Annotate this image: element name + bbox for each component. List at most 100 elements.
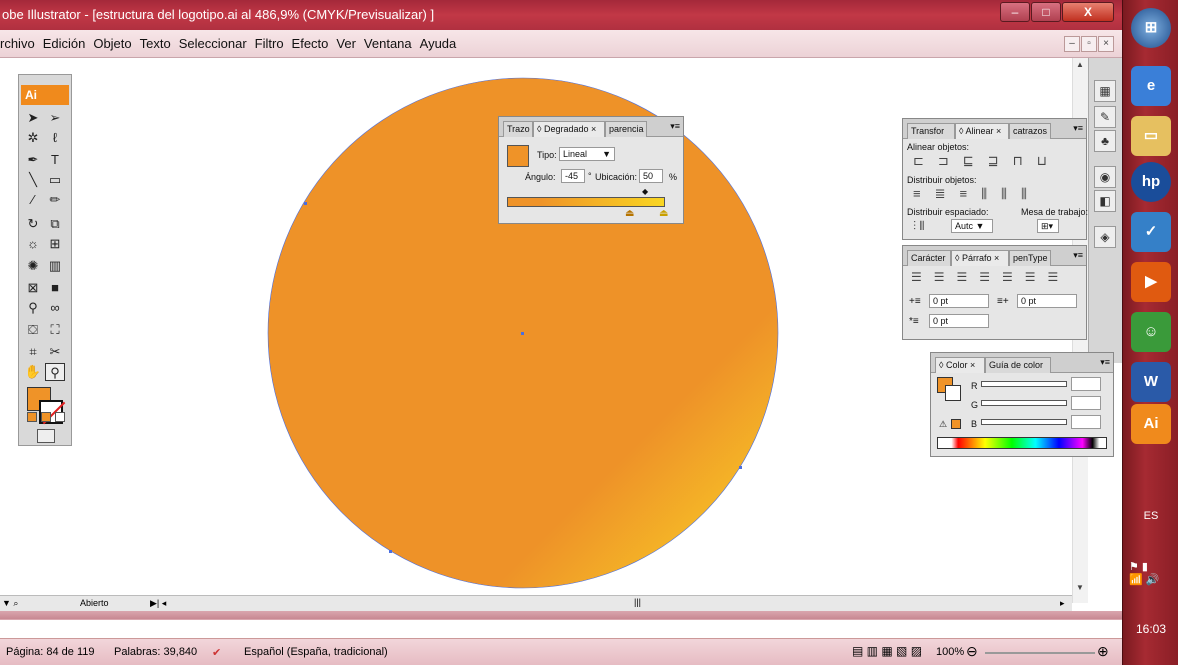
page-count[interactable]: Página: 84 de 119 bbox=[6, 646, 94, 658]
tab-buscatrazos[interactable]: catrazos bbox=[1009, 123, 1051, 139]
direct-selection-tool-icon[interactable]: ➢ bbox=[45, 109, 65, 127]
tray-icons[interactable]: ⚑ ▮ 📶 🔊 bbox=[1129, 560, 1159, 586]
rectangle-tool-icon[interactable]: ▭ bbox=[45, 171, 65, 189]
doc-restore-button[interactable]: ▫ bbox=[1081, 36, 1097, 52]
doc-close-button[interactable]: × bbox=[1098, 36, 1114, 52]
none-mode-icon[interactable] bbox=[55, 412, 65, 422]
proofing-icon[interactable]: ✔ bbox=[212, 646, 221, 659]
appearance-icon[interactable]: ◉ bbox=[1094, 166, 1116, 188]
tab-caracter[interactable]: Carácter bbox=[907, 250, 951, 266]
brushes-icon[interactable]: ✎ bbox=[1094, 106, 1116, 128]
scroll-right-icon[interactable]: ▸ bbox=[1060, 598, 1065, 609]
symbols-icon[interactable]: ♣ bbox=[1094, 130, 1116, 152]
midpoint-diamond-icon[interactable]: ◆ bbox=[642, 187, 648, 196]
menu-ventana[interactable]: Ventana bbox=[360, 30, 416, 58]
g-input[interactable] bbox=[1071, 396, 1101, 410]
tab-alinear[interactable]: ◊ Alinear × bbox=[955, 123, 1009, 139]
menu-filtro[interactable]: Filtro bbox=[251, 30, 288, 58]
live-paint-selection-icon[interactable]: ⛶ bbox=[45, 321, 65, 339]
layers-icon[interactable]: ◈ bbox=[1094, 226, 1116, 248]
messenger-icon[interactable]: ☺ bbox=[1131, 312, 1171, 352]
selection-tool-icon[interactable]: ➤ bbox=[23, 109, 43, 127]
gradient-preview-swatch[interactable] bbox=[507, 145, 529, 167]
zoom-tool-icon[interactable]: ⚲ bbox=[45, 363, 65, 381]
menu-edicion[interactable]: Edición bbox=[39, 30, 90, 58]
zoom-in-icon[interactable]: ⊕ bbox=[1097, 643, 1109, 660]
menu-seleccionar[interactable]: Seleccionar bbox=[175, 30, 251, 58]
lasso-tool-icon[interactable]: ℓ bbox=[45, 129, 65, 147]
close-button[interactable]: X bbox=[1062, 2, 1114, 22]
scroll-up-icon[interactable]: ▲ bbox=[1076, 60, 1084, 69]
word-count[interactable]: Palabras: 39,840 bbox=[114, 646, 197, 658]
type-tool-icon[interactable]: T bbox=[45, 151, 65, 169]
zoom-dropdown[interactable]: ▼ ⌕ bbox=[2, 598, 18, 609]
b-slider[interactable] bbox=[981, 419, 1067, 425]
tab-guia-de-color[interactable]: Guía de color bbox=[985, 357, 1051, 373]
free-transform-tool-icon[interactable]: ⊞ bbox=[45, 235, 65, 253]
internet-explorer-icon[interactable]: e bbox=[1131, 66, 1171, 106]
mesh-tool-icon[interactable]: ⊠ bbox=[23, 279, 43, 297]
tab-transformar[interactable]: Transfor bbox=[907, 123, 955, 139]
b-input[interactable] bbox=[1071, 415, 1101, 429]
hand-tool-icon[interactable]: ✋ bbox=[23, 363, 43, 381]
maximize-button[interactable]: □ bbox=[1031, 2, 1061, 22]
menu-efecto[interactable]: Efecto bbox=[288, 30, 333, 58]
mail-icon[interactable]: ✓ bbox=[1131, 212, 1171, 252]
doc-minimize-button[interactable]: – bbox=[1064, 36, 1080, 52]
zoom-out-icon[interactable]: ⊖ bbox=[966, 643, 978, 660]
color-stroke-swatch[interactable] bbox=[945, 385, 961, 401]
tab-transparencia[interactable]: parencia bbox=[605, 121, 647, 137]
eyedropper-tool-icon[interactable]: ⚲ bbox=[23, 299, 43, 317]
indent-right-input[interactable]: 0 pt bbox=[1017, 294, 1077, 308]
tab-color[interactable]: ◊ Color × bbox=[935, 357, 985, 373]
menu-ayuda[interactable]: Ayuda bbox=[416, 30, 461, 58]
out-of-gamut-icon[interactable]: ⚠ bbox=[939, 419, 947, 430]
angulo-input[interactable]: -45 bbox=[561, 169, 585, 183]
pencil-tool-icon[interactable]: ✏ bbox=[45, 191, 65, 209]
spacing-value-select[interactable]: Autc ▼ bbox=[951, 219, 993, 233]
horizontal-scrollbar-grip[interactable]: ||| bbox=[634, 597, 641, 607]
gamut-swatch[interactable] bbox=[951, 419, 961, 429]
hp-icon[interactable]: hp bbox=[1131, 162, 1171, 202]
indent-left-input[interactable]: 0 pt bbox=[929, 294, 989, 308]
minimize-button[interactable]: – bbox=[1000, 2, 1030, 22]
distribute-spacing-buttons[interactable]: ⫶ ⫴ bbox=[913, 219, 924, 234]
graphic-styles-icon[interactable]: ◧ bbox=[1094, 190, 1116, 212]
warp-tool-icon[interactable]: ☼ bbox=[23, 235, 43, 253]
gradient-stop-icon[interactable]: ⏏ bbox=[659, 208, 668, 219]
tab-degradado[interactable]: ◊ Degradado × bbox=[533, 121, 605, 137]
artboard-nav-arrows[interactable]: ▶| ◂ bbox=[150, 598, 166, 609]
menu-objeto[interactable]: Objeto bbox=[89, 30, 135, 58]
g-slider[interactable] bbox=[981, 400, 1067, 406]
panel-menu-icon[interactable]: ▾≡ bbox=[1073, 123, 1083, 134]
panel-menu-icon[interactable]: ▾≡ bbox=[670, 121, 680, 132]
gradient-tool-icon[interactable]: ■ bbox=[45, 279, 65, 297]
paragraph-alignment-buttons[interactable]: ☰☰☰☰☰☰☰ bbox=[911, 270, 1070, 284]
scroll-down-icon[interactable]: ▼ bbox=[1076, 583, 1084, 592]
paintbrush-tool-icon[interactable]: ∕ bbox=[23, 191, 43, 209]
anchor-point[interactable] bbox=[739, 466, 742, 469]
anchor-point[interactable] bbox=[304, 202, 307, 205]
input-language[interactable]: ES bbox=[1123, 510, 1178, 522]
media-player-icon[interactable]: ▶ bbox=[1131, 262, 1171, 302]
distribute-buttons-row[interactable]: ≡≣≡⫼⫼⫼ bbox=[913, 186, 1041, 202]
rotate-tool-icon[interactable]: ↻ bbox=[23, 215, 43, 233]
illustrator-taskbar-icon[interactable]: Ai bbox=[1131, 404, 1171, 444]
swatches-icon[interactable]: ▦ bbox=[1094, 80, 1116, 102]
menu-archivo[interactable]: rchivo bbox=[0, 30, 39, 58]
menu-texto[interactable]: Texto bbox=[136, 30, 175, 58]
tipo-select[interactable]: Lineal ▼ bbox=[559, 147, 615, 161]
ubicacion-input[interactable]: 50 bbox=[639, 169, 663, 183]
gradient-slider[interactable] bbox=[507, 197, 665, 207]
line-tool-icon[interactable]: ╲ bbox=[23, 171, 43, 189]
r-input[interactable] bbox=[1071, 377, 1101, 391]
color-spectrum[interactable] bbox=[937, 437, 1107, 449]
align-to-button[interactable]: ⊞▾ bbox=[1037, 219, 1059, 233]
panel-menu-icon[interactable]: ▾≡ bbox=[1100, 357, 1110, 368]
pen-tool-icon[interactable]: ✒ bbox=[23, 151, 43, 169]
scale-tool-icon[interactable]: ⧉ bbox=[45, 215, 65, 233]
menu-ver[interactable]: Ver bbox=[332, 30, 360, 58]
zoom-slider[interactable] bbox=[985, 652, 1095, 654]
anchor-point[interactable] bbox=[389, 550, 392, 553]
center-point[interactable] bbox=[521, 332, 524, 335]
